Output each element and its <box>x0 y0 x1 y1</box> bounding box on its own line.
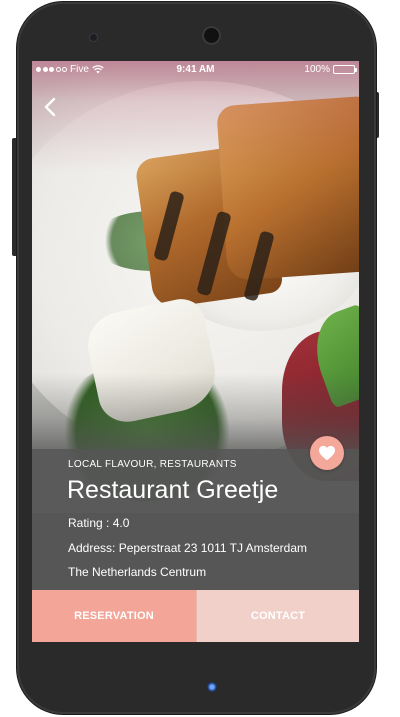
chevron-left-icon <box>44 97 56 117</box>
status-right: 100% <box>304 64 357 75</box>
phone-front-camera <box>202 26 221 45</box>
status-bar: Five 9:41 AM 100% <box>32 61 359 79</box>
restaurant-address: Address: Peperstraat 23 1011 TJ Amsterda… <box>68 541 308 555</box>
heart-icon <box>319 445 335 461</box>
action-bar: RESERVATION CONTACT <box>32 590 359 642</box>
restaurant-rating: Rating : 4.0 <box>68 516 130 530</box>
back-button[interactable] <box>36 91 64 123</box>
battery-icon <box>333 65 357 74</box>
phone-notification-led <box>207 682 217 692</box>
photo-fade <box>32 373 359 449</box>
contact-button[interactable]: CONTACT <box>196 590 359 642</box>
restaurant-name: Restaurant Greetje <box>67 476 279 504</box>
reservation-button[interactable]: RESERVATION <box>32 590 196 642</box>
restaurant-category: LOCAL FLAVOUR, RESTAURANTS <box>68 459 237 470</box>
toast-shape <box>216 95 359 282</box>
phone-sensor <box>89 33 98 42</box>
battery-percent: 100% <box>304 64 330 75</box>
favorite-button[interactable] <box>310 436 344 470</box>
restaurant-address-line2: The Netherlands Centrum <box>68 565 207 579</box>
app-screen: Five 9:41 AM 100% LOCAL FLAVOUR, RESTAUR… <box>32 61 359 642</box>
